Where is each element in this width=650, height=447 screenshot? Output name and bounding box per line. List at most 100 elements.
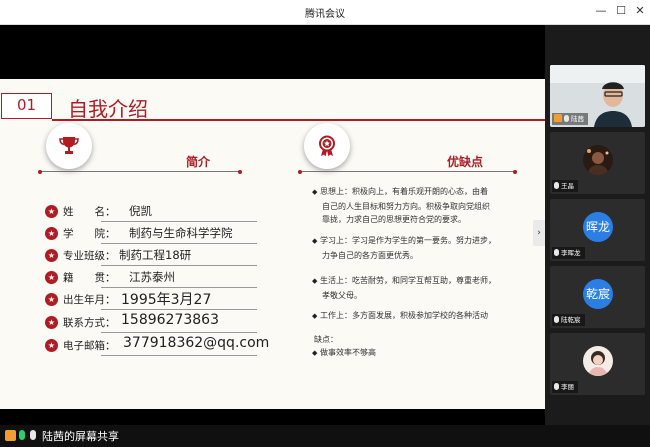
info-value: 制药与生命科学学院	[129, 226, 233, 240]
point-text: 学习上：学习是作为学生的第一要务。努力进步，	[320, 236, 496, 245]
star-icon: ★	[45, 316, 58, 329]
rule-dot	[238, 169, 242, 174]
shortcoming-label: 缺点：	[314, 335, 338, 344]
host-icon	[554, 114, 562, 122]
point-text-cont: 自己的人生目标和努力方向。积极争取向党组织	[322, 201, 490, 211]
rule-dot	[298, 169, 302, 174]
info-underline	[101, 332, 257, 333]
intro-heading-rule	[40, 171, 240, 172]
participant-tile[interactable]: 晖龙 李晖龙	[550, 199, 645, 261]
mic-muted-icon	[554, 383, 559, 390]
info-row-class: ★ 专业班级： 制药工程18研	[45, 246, 257, 266]
info-row-college: ★ 学 院： 制药与生命科学学院	[45, 224, 257, 244]
participant-name: 陆乾宸	[552, 314, 585, 326]
info-underline	[101, 243, 257, 244]
point-text-cont: 靠拢，力求自己的思想更符合党的要求。	[322, 215, 466, 224]
minimize-icon[interactable]: —	[594, 4, 608, 18]
point-life: ◆ 生活上：吃苦耐劳，和同学互帮互助，尊重老师， 孝敬父母。	[312, 274, 527, 302]
shortcoming-text: 做事效率不够高	[320, 348, 376, 357]
info-label: 学 院：	[63, 228, 116, 240]
diamond-icon: ◆	[312, 312, 318, 320]
info-value: 15896273863	[121, 312, 219, 328]
participant-avatar: 晖龙	[583, 212, 613, 242]
diamond-icon: ◆	[312, 188, 318, 196]
info-row-hometown: ★ 籍 贯： 江苏泰州	[45, 268, 257, 288]
participant-name: 李丽	[552, 381, 578, 393]
pros-heading-rule	[300, 171, 515, 172]
info-row-phone: ★ 联系方式： 15896273863	[45, 312, 257, 333]
info-underline	[101, 309, 257, 310]
close-icon[interactable]: ✕	[633, 4, 647, 18]
screen-share-status: 陆茜的屏幕共享	[42, 430, 119, 443]
info-row-email: ★ 电子邮箱： 377918362@qq.com	[45, 335, 269, 356]
diamond-icon: ◆	[312, 237, 318, 245]
diamond-icon: ◆	[312, 277, 318, 285]
trophy-icon	[59, 137, 79, 154]
info-label: 出生年月：	[63, 294, 116, 306]
info-underline	[101, 355, 257, 356]
mic-icon	[564, 115, 569, 122]
participant-name: 陆茜	[552, 113, 588, 125]
user-icon	[5, 430, 16, 441]
avatar-image	[583, 346, 613, 376]
participant-tile[interactable]: 王晶	[550, 132, 645, 194]
section-title: 自我介绍	[68, 97, 148, 121]
point-text-cont: 力争自己的各方面更优秀。	[322, 250, 418, 260]
meeting-window: 腾讯会议 — ☐ ✕ 01 自我介绍 简介 优缺点 ★ 姓 名： 倪凯 ★ 学 …	[0, 0, 650, 447]
participant-tile[interactable]: 李丽	[550, 333, 645, 395]
point-thought: ◆ 思想上：积极向上，有着乐观开朗的心态，由着 自己的人生目标和努力方向。积极争取…	[312, 185, 527, 227]
trophy-badge	[46, 123, 92, 169]
info-value: 1995年3月27	[121, 292, 212, 308]
info-label: 联系方式：	[63, 317, 116, 329]
participant-sidebar: › 陆茜 王晶 晖龙 李晖龙 乾宸 陆乾宸 李丽	[533, 25, 650, 425]
shortcoming: ◆ 做事效率不够高	[312, 346, 527, 361]
bottom-status-bar: 陆茜的屏幕共享	[0, 425, 650, 447]
mic-muted-icon	[554, 316, 559, 323]
point-text: 思想上：积极向上，有着乐观开朗的心态，由着	[320, 187, 488, 196]
mic-muted-icon	[554, 249, 559, 256]
section-number: 01	[1, 93, 52, 119]
participant-tile[interactable]: 乾宸 陆乾宸	[550, 266, 645, 328]
rule-dot	[513, 169, 517, 174]
participant-name: 李晖龙	[552, 247, 585, 259]
info-row-name: ★ 姓 名： 倪凯	[45, 202, 257, 222]
point-work: ◆ 工作上：多方面发展，积极参加学校的各种活动	[312, 309, 527, 324]
participant-tile[interactable]: 陆茜	[550, 65, 645, 127]
medal-icon	[319, 135, 335, 157]
info-underline	[101, 221, 257, 222]
maximize-icon[interactable]: ☐	[614, 4, 628, 18]
info-value: 377918362@qq.com	[123, 335, 270, 351]
info-underline	[101, 287, 257, 288]
info-label: 姓 名：	[63, 206, 116, 218]
point-study: ◆ 学习上：学习是作为学生的第一要务。努力进步， 力争自己的各方面更优秀。	[312, 234, 527, 262]
participant-avatar	[583, 346, 613, 376]
info-value: 倪凯	[129, 204, 152, 218]
window-title: 腾讯会议	[305, 9, 345, 20]
point-text-cont: 孝敬父母。	[322, 290, 362, 300]
presentation-slide: 01 自我介绍 简介 优缺点 ★ 姓 名： 倪凯 ★ 学 院： 制药与生命科学学…	[0, 79, 545, 409]
title-bar: 腾讯会议 — ☐ ✕	[0, 0, 650, 25]
star-icon: ★	[45, 271, 58, 284]
diamond-icon: ◆	[312, 349, 318, 357]
mic-muted-icon	[554, 182, 559, 189]
mic-icon	[30, 430, 36, 440]
star-icon: ★	[45, 249, 58, 262]
info-value: 江苏泰州	[129, 270, 175, 284]
info-row-birth: ★ 出生年月： 1995年3月27	[45, 290, 257, 310]
participant-name: 王晶	[552, 180, 578, 192]
pros-heading: 优缺点	[447, 155, 484, 169]
star-icon: ★	[45, 339, 58, 352]
chevron-right-icon[interactable]: ›	[533, 220, 545, 246]
rule-dot	[38, 169, 42, 174]
info-label: 电子邮箱：	[63, 340, 116, 352]
star-icon: ★	[45, 205, 58, 218]
info-underline	[101, 265, 257, 266]
intro-heading: 简介	[186, 155, 211, 169]
star-icon: ★	[45, 227, 58, 240]
info-value: 制药工程18研	[119, 248, 192, 262]
shared-screen: 01 自我介绍 简介 优缺点 ★ 姓 名： 倪凯 ★ 学 院： 制药与生命科学学…	[0, 25, 545, 425]
star-icon: ★	[45, 293, 58, 306]
point-text: 工作上：多方面发展，积极参加学校的各种活动	[320, 311, 488, 320]
mic-active-icon	[19, 430, 25, 440]
participant-avatar	[583, 145, 613, 175]
